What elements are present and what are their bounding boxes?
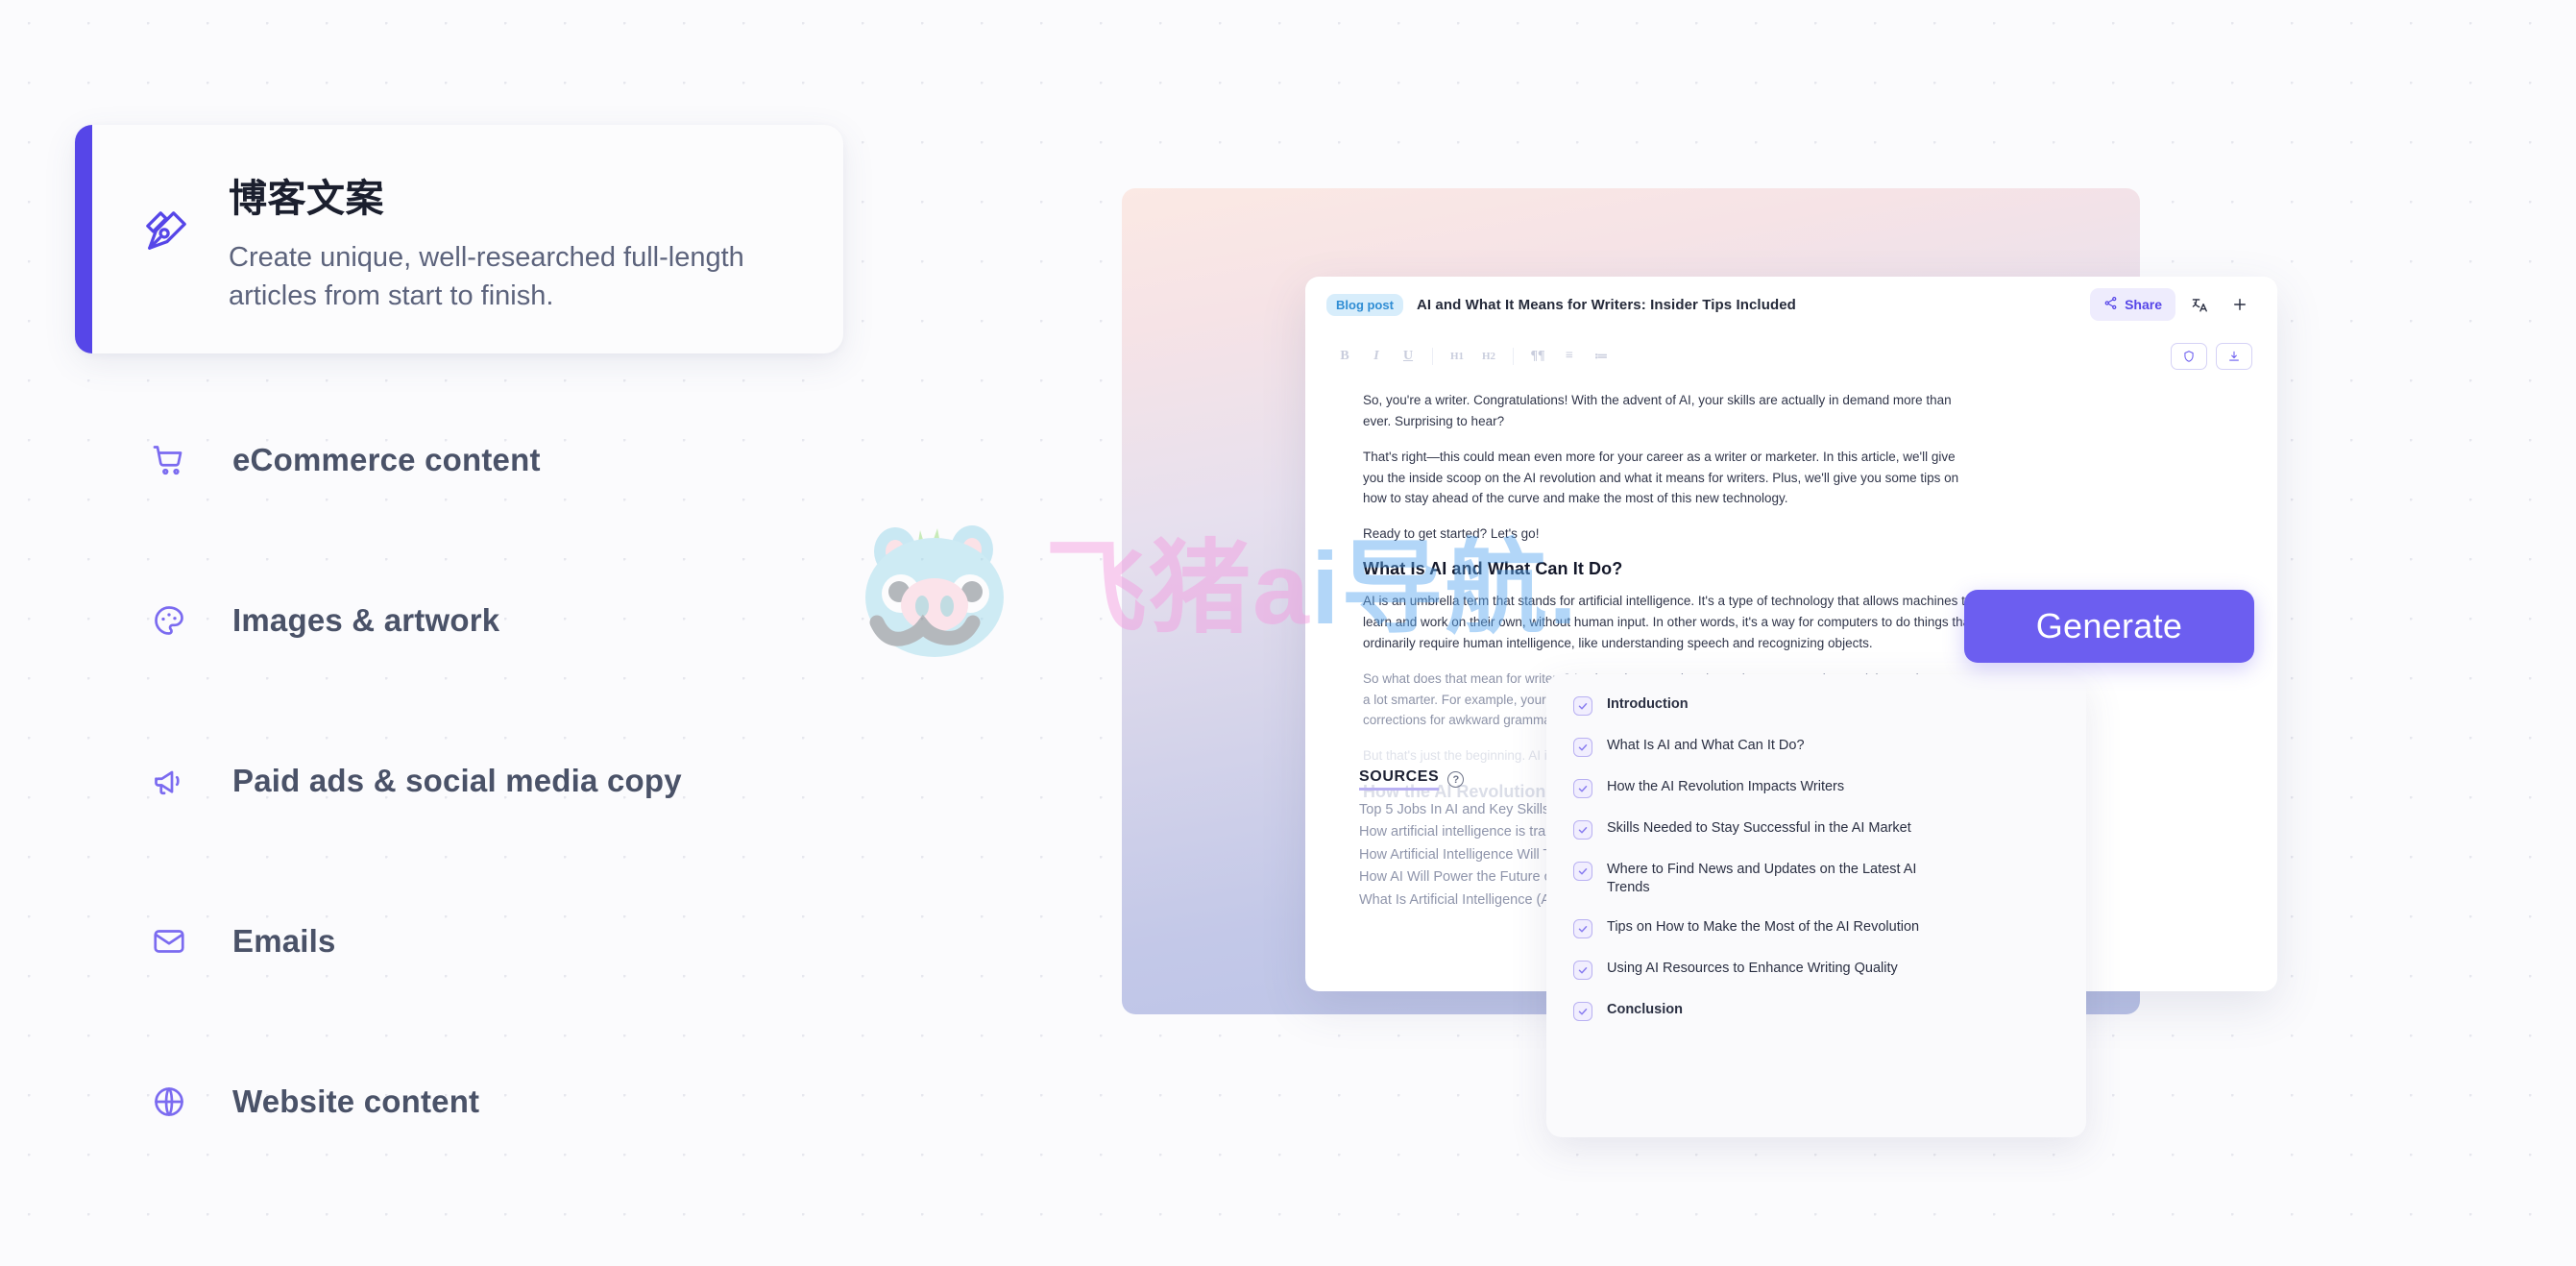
plus-icon[interactable] [2224,288,2256,321]
outline-item-label: Skills Needed to Stay Successful in the … [1607,820,1911,836]
outline-item[interactable]: What Is AI and What Can It Do? [1573,737,2059,757]
category-list: eCommerce content Images & artwork Paid … [75,379,863,1181]
editor-actions [2171,343,2252,370]
share-button[interactable]: Share [2090,288,2175,321]
checkbox-checked-icon[interactable] [1573,738,1592,757]
sidebar-item-label: Website content [232,1083,480,1119]
bold-button[interactable]: B [1330,343,1359,370]
pen-nib-icon [144,209,204,258]
generate-button[interactable]: Generate [1964,590,2254,663]
outline-item[interactable]: How the AI Revolution Impacts Writers [1573,778,2059,798]
category-card-title: 博客文案 [229,177,384,220]
outline-item[interactable]: Skills Needed to Stay Successful in the … [1573,819,2059,840]
checkbox-checked-icon[interactable] [1573,960,1592,980]
sidebar-item-images-artwork[interactable]: Images & artwork [75,540,863,700]
translate-icon[interactable] [2183,288,2216,321]
page-title: AI and What It Means for Writers: Inside… [1416,296,1796,313]
checkbox-checked-icon[interactable] [1573,696,1592,716]
outline-item-label: What Is AI and What Can It Do? [1607,738,1805,753]
document-heading: What Is AI and What Can It Do? [1363,559,1623,579]
share-icon [2103,296,2118,313]
sidebar-item-label: eCommerce content [232,441,541,477]
checkbox-checked-icon[interactable] [1573,862,1592,881]
sidebar-item-ecommerce-content[interactable]: eCommerce content [75,379,863,540]
checkbox-checked-icon[interactable] [1573,918,1592,938]
envelope-icon [152,924,200,959]
status-badge: Blog post [1326,293,1403,316]
outline-item[interactable]: Conclusion [1573,1001,2059,1021]
outline-item[interactable]: Tips on How to Make the Most of the AI R… [1573,918,2059,938]
outline-item-label: How the AI Revolution Impacts Writers [1607,779,1845,794]
outline-item-label: Conclusion [1607,1001,1683,1017]
document-paragraph: Ready to get started? Let's go! [1363,526,1540,542]
outline-item-label: Introduction [1607,696,1689,712]
paragraph-button[interactable]: ¶¶ [1523,343,1552,370]
checkbox-checked-icon[interactable] [1573,820,1592,840]
outline-item-label: Where to Find News and Updates on the La… [1607,862,1917,895]
sources-title: SOURCES [1359,768,1440,791]
sidebar-item-label: Images & artwork [232,601,500,638]
sidebar-item-emails[interactable]: Emails [75,861,863,1021]
outline-item[interactable]: Introduction [1573,695,2059,716]
outline-item[interactable]: Using AI Resources to Enhance Writing Qu… [1573,960,2059,980]
sidebar-item-paid-ads-social[interactable]: Paid ads & social media copy [75,700,863,861]
checkbox-checked-icon[interactable] [1573,779,1592,798]
shopping-cart-icon [152,443,200,477]
document-header: Blog post AI and What It Means for Write… [1305,277,2277,332]
outline-item-label: Using AI Resources to Enhance Writing Qu… [1607,960,1898,976]
category-panel: 博客文案 Create unique, well-researched full… [0,0,1114,1266]
download-icon[interactable] [2216,343,2252,370]
italic-button[interactable]: I [1362,343,1391,370]
share-label: Share [2125,297,2162,312]
category-card-active[interactable]: 博客文案 Create unique, well-researched full… [75,125,843,353]
category-card-description: Create unique, well-researched full-leng… [229,241,744,311]
megaphone-icon [152,764,200,798]
formatting-toolbar: B I U H1 H2 ¶¶ ≡ ≔ [1305,336,2277,377]
sidebar-item-label: Paid ads & social media copy [232,762,682,798]
heading1-button[interactable]: H1 [1443,343,1471,370]
document-paragraph: That's right—this could mean even more f… [1363,449,1959,506]
toolbar-divider [1432,348,1433,365]
outline-item-label: Tips on How to Make the Most of the AI R… [1607,918,1920,935]
question-circle-icon[interactable]: ? [1447,771,1465,788]
underline-button[interactable]: U [1394,343,1422,370]
toolbar-divider [1513,348,1514,365]
document-paragraph: AI is an umbrella term that stands for a… [1363,594,1974,650]
checkbox-checked-icon[interactable] [1573,1001,1592,1021]
outline-panel: Introduction What Is AI and What Can It … [1546,674,2086,1137]
heading2-button[interactable]: H2 [1474,343,1503,370]
palette-icon [152,603,200,638]
outline-item[interactable]: Where to Find News and Updates on the La… [1573,861,2059,897]
formatting-toolbar-buttons: B I U H1 H2 ¶¶ ≡ ≔ [1330,343,1616,370]
shield-icon[interactable] [2171,343,2207,370]
sidebar-item-website-content[interactable]: Website content [75,1021,863,1181]
document-header-actions: Share [2090,288,2256,321]
globe-icon [152,1084,200,1119]
document-paragraph: So, you're a writer. Congratulations! Wi… [1363,393,1952,428]
sidebar-item-label: Emails [232,922,336,959]
numbered-list-button[interactable]: ≔ [1587,343,1616,370]
bullet-list-button[interactable]: ≡ [1555,343,1584,370]
